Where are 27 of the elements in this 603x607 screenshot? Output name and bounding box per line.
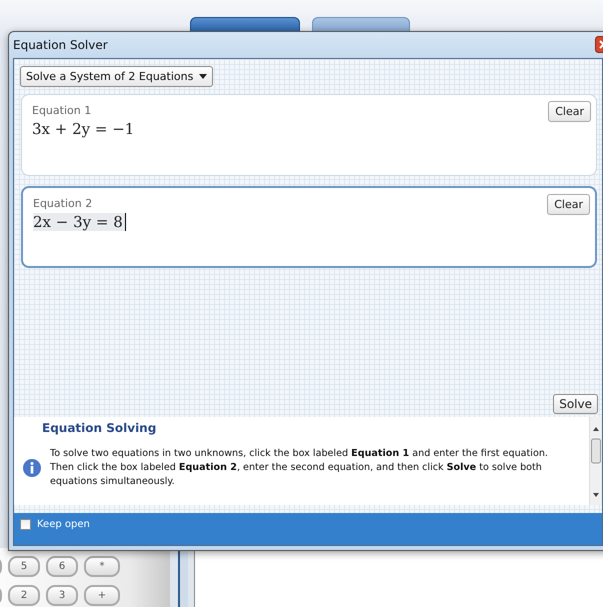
keypad-key[interactable]: 2	[8, 585, 40, 606]
side-panel	[178, 548, 188, 607]
keypad-key[interactable]: *	[84, 556, 120, 577]
scrollbar[interactable]	[589, 417, 602, 505]
clear-button[interactable]: Clear	[548, 101, 591, 122]
equation-text: 2x − 3y = 8	[33, 213, 126, 231]
mode-dropdown[interactable]: Solve a System of 2 Equations	[20, 66, 214, 87]
clear-button[interactable]: Clear	[547, 194, 590, 215]
keypad-key[interactable]: 5	[8, 556, 40, 577]
window-title: Equation Solver	[13, 38, 108, 52]
tab[interactable]	[190, 17, 300, 32]
field-label: Equation 1	[32, 104, 92, 117]
checkbox[interactable]	[20, 519, 31, 530]
solve-button[interactable]: Solve	[553, 394, 598, 414]
equation-field[interactable]: Equation 1 3x + 2y = −1 Clear	[21, 94, 597, 176]
equation-field[interactable]: Equation 2 2x − 3y = 8 Clear	[21, 186, 597, 268]
checkbox-label: Keep open	[37, 519, 90, 530]
keypad-key[interactable]: 6	[46, 556, 78, 577]
field-label: Equation 2	[33, 197, 92, 210]
help-text: To solve two equations in two unknowns, click the box labeled Equation 1 and enter the first equation. Then click the box labeled Equation 2, enter the second equation, and then click Solve to solve both equations simultaneously.	[50, 447, 549, 489]
info-icon	[22, 458, 42, 478]
help-title: Equation Solving	[42, 421, 158, 435]
keypad-key[interactable]: +	[84, 585, 120, 606]
keypad-key[interactable]: 3	[46, 585, 78, 606]
equation-text: 3x + 2y = −1	[32, 120, 136, 138]
caret-icon	[199, 74, 208, 79]
tab[interactable]	[312, 17, 410, 32]
